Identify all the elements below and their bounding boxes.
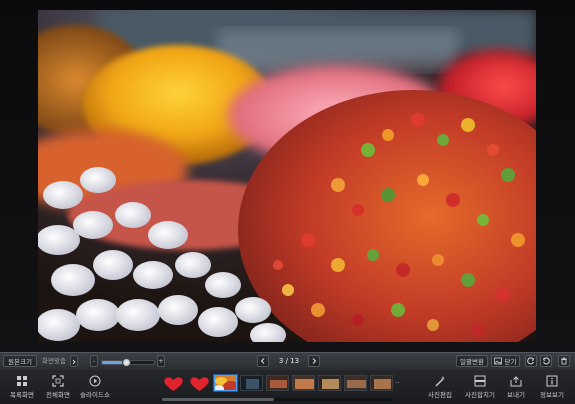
thumbnail-image: [319, 376, 340, 390]
slideshow-label: 슬라이드쇼: [80, 391, 110, 399]
candy-photo-image: [38, 10, 536, 342]
slideshow-button[interactable]: 슬라이드쇼: [73, 375, 117, 399]
combine-photo-label: 사진합치기: [465, 391, 495, 399]
edit-photo-label: 사진편집: [428, 391, 452, 399]
trash-icon: [561, 357, 567, 365]
thumbnail-image: [241, 376, 262, 390]
fullscreen-label: 전체화면: [46, 391, 70, 399]
thumbnail[interactable]: [240, 375, 263, 391]
fit-screen-label: 화면맞춤: [42, 357, 66, 365]
heart-icon[interactable]: [188, 376, 211, 392]
info-icon: [546, 375, 558, 387]
thumbnail[interactable]: [292, 375, 315, 391]
thumbnail[interactable]: [266, 375, 289, 391]
combine-icon: [474, 375, 486, 387]
play-icon: [89, 375, 101, 387]
more-thumbnails-indicator: ··: [395, 379, 400, 387]
chevron-right-icon: [72, 359, 76, 365]
rotate-right-icon: [542, 357, 550, 365]
thumbnail[interactable]: [318, 375, 341, 391]
image-icon: [494, 357, 503, 365]
original-size-button[interactable]: 원본크기: [3, 355, 37, 367]
bulk-convert-label: 일괄변환: [460, 358, 484, 366]
zoom-slider[interactable]: [101, 358, 155, 367]
thumbnail-scrollbar-thumb[interactable]: [162, 398, 274, 401]
rotate-left-icon: [527, 357, 535, 365]
viewer-toolbar: 원본크기 화면맞춤 - + 3 / 13 일괄변환 닫기: [0, 352, 575, 371]
close-button[interactable]: 닫기: [491, 355, 520, 367]
thumbnail-image: [267, 376, 288, 390]
original-size-label: 원본크기: [8, 358, 32, 366]
list-view-label: 목록화면: [10, 391, 34, 399]
zoom-slider-knob[interactable]: [121, 358, 131, 367]
close-label: 닫기: [504, 358, 517, 366]
zoom-out-label: -: [92, 358, 96, 365]
chevron-left-icon: [260, 358, 265, 364]
photo-viewer: [0, 0, 575, 352]
thumbnail-current[interactable]: [214, 375, 237, 391]
thumbnail-image: [293, 376, 314, 390]
thumbnail[interactable]: [344, 375, 367, 391]
next-photo-button[interactable]: [308, 355, 320, 367]
edit-photo-button[interactable]: 사진편집: [418, 375, 462, 399]
thumbnail-image: [345, 376, 366, 390]
zoom-in-label: +: [158, 358, 164, 365]
magic-wand-icon: [435, 376, 445, 387]
rotate-right-button[interactable]: [540, 355, 552, 367]
thumbnail[interactable]: [370, 375, 393, 391]
send-label: 보내기: [507, 391, 525, 399]
rotate-left-button[interactable]: [525, 355, 537, 367]
bulk-convert-button[interactable]: 일괄변환: [456, 355, 488, 367]
zoom-out-button[interactable]: -: [90, 355, 98, 367]
fullscreen-icon: [52, 375, 64, 387]
previous-photo-button[interactable]: [257, 355, 269, 367]
page-indicator: 3 / 13: [278, 357, 300, 365]
share-icon: [510, 376, 522, 387]
main-photo[interactable]: [38, 10, 536, 342]
info-button[interactable]: 정보보기: [530, 375, 574, 399]
bottom-bar: 목록화면 전체화면 슬라이드쇼 ·· 사진편집 사진합치기 보내기 정보보기: [0, 370, 575, 404]
thumbnail-image: [215, 376, 236, 390]
thumbnail-image: [371, 376, 392, 390]
fit-screen-button[interactable]: 화면맞춤: [38, 355, 70, 367]
delete-button[interactable]: [558, 355, 570, 367]
thumbnail-scrollbar[interactable]: [162, 398, 392, 401]
info-label: 정보보기: [540, 391, 564, 399]
zoom-in-button[interactable]: +: [157, 355, 165, 367]
chevron-right-icon: [312, 358, 317, 364]
grid-icon: [17, 376, 27, 386]
heart-icon[interactable]: [162, 376, 185, 392]
fit-dropdown-button[interactable]: [70, 355, 78, 367]
